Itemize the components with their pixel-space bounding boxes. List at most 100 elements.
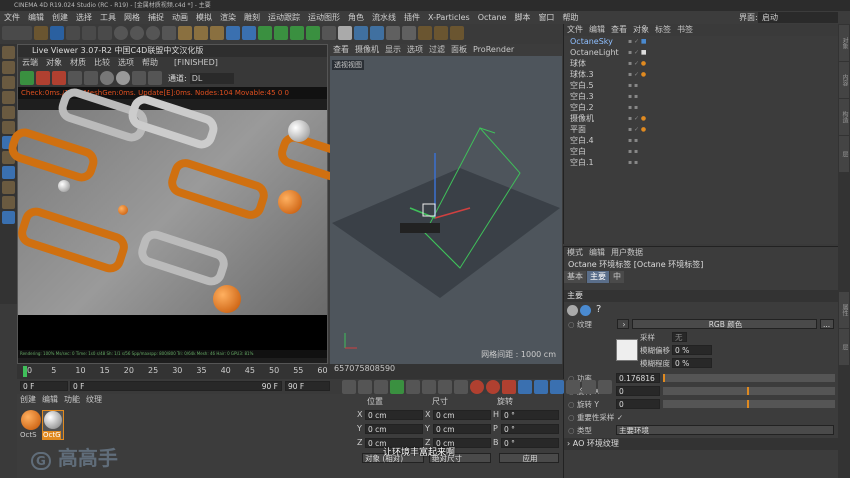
workplane-icon[interactable] <box>2 76 15 89</box>
mat-menu-texture[interactable]: 纹理 <box>83 394 105 406</box>
tab-structure[interactable]: 构造 <box>839 99 849 135</box>
vp-menu-display[interactable]: 显示 <box>382 44 404 56</box>
vp-menu-filter[interactable]: 过滤 <box>426 44 448 56</box>
visibility-dots[interactable]: ▪ ▪ <box>628 135 638 146</box>
next-frame-icon[interactable] <box>406 380 420 394</box>
pos-x-field[interactable]: 0 cm <box>365 410 423 420</box>
visibility-dots[interactable]: ▪ ✓ ■ <box>628 36 647 47</box>
object-item[interactable]: 球体 ▪ ✓ ● <box>564 58 838 69</box>
om-menu-bookmarks[interactable]: 书签 <box>674 24 696 36</box>
start-frame-field[interactable]: 0 F <box>20 381 68 391</box>
menu-edit[interactable]: 编辑 <box>24 11 48 24</box>
attr-menu-edit[interactable]: 编辑 <box>586 247 608 259</box>
visibility-dots[interactable]: ▪ ▪ <box>628 91 638 102</box>
material-swatch[interactable]: OctG <box>42 410 64 440</box>
layout-select[interactable]: 启动 <box>758 12 838 23</box>
menu-pipeline[interactable]: 流水线 <box>368 11 400 24</box>
lock-render-icon[interactable] <box>100 71 114 85</box>
visibility-dots[interactable]: ▪ ▪ <box>628 102 638 113</box>
region-render-icon[interactable] <box>132 71 146 85</box>
render-settings-icon[interactable] <box>210 26 224 40</box>
help-icon[interactable]: ? <box>596 304 601 315</box>
attr-menu-mode[interactable]: 模式 <box>564 247 586 259</box>
menu-character[interactable]: 角色 <box>344 11 368 24</box>
lv-menu-objects[interactable]: 对象 <box>42 57 66 69</box>
grid-icon[interactable] <box>2 211 15 224</box>
clay-mode-icon[interactable] <box>116 71 130 85</box>
lock-icon[interactable] <box>2 196 15 209</box>
menu-render[interactable]: 渲染 <box>216 11 240 24</box>
attr-menu-userdata[interactable]: 用户数据 <box>608 247 646 259</box>
texture-options-button[interactable]: ... <box>820 319 834 329</box>
z-axis-icon[interactable] <box>146 26 160 40</box>
om-menu-tags[interactable]: 标签 <box>652 24 674 36</box>
mat-menu-edit[interactable]: 编辑 <box>39 394 61 406</box>
object-item[interactable]: OctaneSky ▪ ✓ ■ <box>564 36 838 47</box>
color-mode-icon[interactable] <box>567 305 578 316</box>
rot-p-field[interactable]: 0 ° <box>501 424 559 434</box>
menu-plugins[interactable]: 插件 <box>400 11 424 24</box>
point-key-icon[interactable] <box>582 380 596 394</box>
vp-menu-prorender[interactable]: ProRender <box>470 44 517 56</box>
menu-motion-tracking[interactable]: 运动跟踪 <box>264 11 304 24</box>
scale-tool-icon[interactable] <box>66 26 80 40</box>
menu-script[interactable]: 脚本 <box>510 11 534 24</box>
object-item[interactable]: OctaneLight ▪ ✓ ■ <box>564 47 838 58</box>
select-tool-icon[interactable] <box>34 26 48 40</box>
octane-icon-6[interactable] <box>434 26 448 40</box>
prev-key-icon[interactable] <box>358 380 372 394</box>
tab-layers[interactable]: 层 <box>839 136 849 172</box>
texture-mode-icon[interactable] <box>580 305 591 316</box>
timeline-ruler-right[interactable]: 657075808590 <box>334 364 563 379</box>
array-icon[interactable] <box>274 26 288 40</box>
visibility-dots[interactable]: ▪ ▪ <box>628 157 638 168</box>
recent-tool-icon[interactable] <box>98 26 112 40</box>
prev-frame-icon[interactable] <box>374 380 388 394</box>
menu-create[interactable]: 创建 <box>48 11 72 24</box>
end-frame-field[interactable]: 90 F <box>285 381 330 391</box>
go-start-icon[interactable] <box>342 380 356 394</box>
rotate-key-icon[interactable] <box>534 380 548 394</box>
visibility-dots[interactable]: ▪ ▪ <box>628 80 638 91</box>
object-item[interactable]: 空白.4 ▪ ▪ <box>564 135 838 146</box>
om-menu-view[interactable]: 查看 <box>608 24 630 36</box>
importance-checkbox[interactable]: ✓ <box>617 413 623 422</box>
octane-icon-4[interactable] <box>402 26 416 40</box>
rotx-slider[interactable] <box>663 387 835 395</box>
visibility-dots[interactable]: ▪ ✓ ● <box>628 69 646 80</box>
undo-icon[interactable] <box>2 26 32 40</box>
record-icon[interactable] <box>470 380 484 394</box>
channel-select[interactable]: DL <box>189 72 234 84</box>
menu-octane[interactable]: Octane <box>474 11 511 24</box>
menu-snap[interactable]: 捕捉 <box>144 11 168 24</box>
blur-offset-field[interactable]: 0 % <box>672 345 712 355</box>
octane-icon-1[interactable] <box>354 26 368 40</box>
render-picture-icon[interactable] <box>194 26 208 40</box>
size-x-field[interactable]: 0 cm <box>433 410 491 420</box>
next-key-icon[interactable] <box>422 380 436 394</box>
lv-menu-material[interactable]: 材质 <box>66 57 90 69</box>
type-select[interactable]: 主要环境 <box>616 425 834 435</box>
perspective-viewport[interactable]: 查看 摄像机 显示 选项 过滤 面板 ProRender 透视视图 网格间距 :… <box>330 44 562 364</box>
rotx-field[interactable]: 0 <box>616 386 660 396</box>
pause-icon[interactable] <box>68 71 82 85</box>
tab-layers-2[interactable]: 层 <box>839 329 849 365</box>
snap-icon[interactable] <box>2 166 15 179</box>
timeline-menu-icon[interactable] <box>598 380 612 394</box>
menu-file[interactable]: 文件 <box>0 11 24 24</box>
tab-basic[interactable]: 基本 <box>564 271 586 283</box>
object-item[interactable]: 空白.2 ▪ ▪ <box>564 102 838 113</box>
lv-menu-cloud[interactable]: 云端 <box>18 57 42 69</box>
menu-mesh[interactable]: 网格 <box>120 11 144 24</box>
visibility-dots[interactable]: ▪ ✓ ■ <box>628 47 647 58</box>
coord-system-icon[interactable] <box>162 26 176 40</box>
move-key-icon[interactable] <box>518 380 532 394</box>
om-menu-edit[interactable]: 编辑 <box>586 24 608 36</box>
apply-button[interactable]: 应用 <box>499 453 559 463</box>
octane-icon-7[interactable] <box>450 26 464 40</box>
menu-window[interactable]: 窗口 <box>534 11 558 24</box>
subdivision-icon[interactable] <box>258 26 272 40</box>
deformer-icon[interactable] <box>290 26 304 40</box>
go-end-icon[interactable] <box>438 380 452 394</box>
timeline-ruler[interactable]: 0 5 10 15 20 25 30 35 40 45 50 55 60 <box>17 364 334 379</box>
